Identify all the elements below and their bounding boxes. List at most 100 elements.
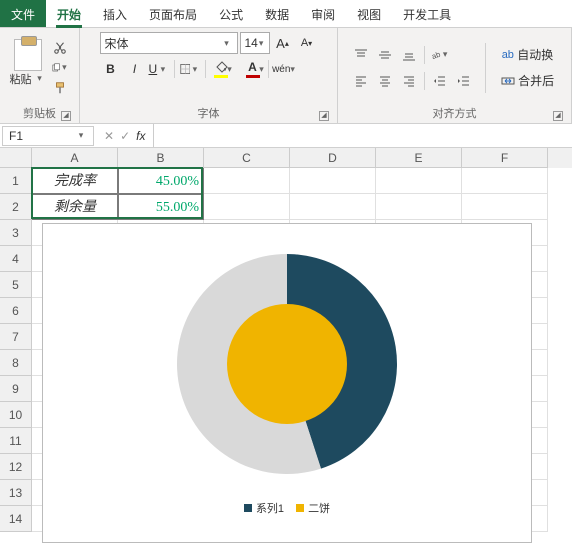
italic-button[interactable]: I xyxy=(124,58,146,80)
align-left-button[interactable] xyxy=(350,70,372,92)
fx-icon[interactable]: fx xyxy=(136,129,145,143)
align-right-button[interactable] xyxy=(398,70,420,92)
increase-font-button[interactable]: A▴ xyxy=(272,32,294,54)
doughnut-chart xyxy=(157,234,417,494)
chart-object[interactable]: 系列1 二饼 xyxy=(42,223,532,543)
font-group-label: 字体 xyxy=(198,108,220,120)
borders-icon xyxy=(180,62,191,76)
name-box[interactable]: F1▾ xyxy=(2,126,94,146)
brush-icon xyxy=(53,81,67,95)
tab-review[interactable]: 审阅 xyxy=(300,0,346,27)
row-header-2[interactable]: 2 xyxy=(0,194,32,220)
cell-B2[interactable]: 55.00% xyxy=(118,194,204,220)
clipboard-group-label: 剪贴板 xyxy=(23,108,56,120)
row-header-12[interactable]: 12 xyxy=(0,454,32,480)
tab-formulas[interactable]: 公式 xyxy=(208,0,254,27)
cells-area[interactable]: 55.00%45.00%剩余量完成率 系列1 二饼 xyxy=(32,168,572,549)
col-header-A[interactable]: A xyxy=(32,148,118,168)
group-font: 宋体▾ 14▾ A▴ A▾ B I U▾ ▾ ▾ A▾ wén▾ 字体 ◢ xyxy=(80,28,338,123)
wrap-text-button[interactable]: ab 自动换 xyxy=(496,44,559,66)
tab-file[interactable]: 文件 xyxy=(0,0,46,27)
align-center-button[interactable] xyxy=(374,70,396,92)
tab-page-layout[interactable]: 页面布局 xyxy=(138,0,208,27)
worksheet[interactable]: ABCDEF 1234567891011121314 55.00%45.00%剩… xyxy=(0,148,572,549)
cell-D2[interactable] xyxy=(290,194,376,220)
row-header-13[interactable]: 13 xyxy=(0,480,32,506)
align-top-icon xyxy=(354,48,368,62)
increase-indent-button[interactable] xyxy=(453,70,475,92)
row-header-7[interactable]: 7 xyxy=(0,324,32,350)
formula-bar-row: F1▾ ✕ ✓ fx xyxy=(0,124,572,148)
row-header-11[interactable]: 11 xyxy=(0,428,32,454)
cell-F1[interactable] xyxy=(462,168,548,194)
outdent-icon xyxy=(433,74,447,88)
enter-icon[interactable]: ✓ xyxy=(120,129,130,143)
ribbon: 粘贴▾ ▾ 剪贴板◢ 宋体▾ xyxy=(0,28,572,124)
underline-button[interactable]: U▾ xyxy=(148,58,170,80)
formula-bar[interactable] xyxy=(153,124,572,147)
row-header-8[interactable]: 8 xyxy=(0,350,32,376)
decrease-font-button[interactable]: A▾ xyxy=(296,32,318,54)
align-bottom-button[interactable] xyxy=(398,44,420,66)
col-header-E[interactable]: E xyxy=(376,148,462,168)
legend-series2: 二饼 xyxy=(308,500,330,516)
copy-button[interactable]: ▾ xyxy=(50,59,70,77)
align-right-icon xyxy=(402,74,416,88)
tab-insert[interactable]: 插入 xyxy=(92,0,138,27)
copy-icon xyxy=(51,61,61,75)
format-painter-button[interactable] xyxy=(50,79,70,97)
cell-B1[interactable]: 45.00% xyxy=(118,168,204,194)
cell-F2[interactable] xyxy=(462,194,548,220)
col-header-B[interactable]: B xyxy=(118,148,204,168)
align-left-icon xyxy=(354,74,368,88)
merge-center-button[interactable]: 合并后 xyxy=(496,70,559,92)
font-color-button[interactable]: A▾ xyxy=(242,58,264,80)
select-all-corner[interactable] xyxy=(0,148,32,168)
cell-E2[interactable] xyxy=(376,194,462,220)
paste-label: 粘贴 xyxy=(10,71,32,87)
cell-E1[interactable] xyxy=(376,168,462,194)
tab-data[interactable]: 数据 xyxy=(254,0,300,27)
font-size-combo[interactable]: 14▾ xyxy=(240,32,270,54)
group-clipboard: 粘贴▾ ▾ 剪贴板 ◢ xyxy=(0,28,80,123)
cell-D1[interactable] xyxy=(290,168,376,194)
merge-icon xyxy=(501,74,515,88)
align-top-button[interactable] xyxy=(350,44,372,66)
font-name-combo[interactable]: 宋体▾ xyxy=(100,32,238,54)
fill-color-button[interactable]: ▾ xyxy=(210,58,232,80)
row-header-6[interactable]: 6 xyxy=(0,298,32,324)
col-header-C[interactable]: C xyxy=(204,148,290,168)
font-dialog-launcher[interactable]: ◢ xyxy=(319,111,329,121)
cell-C1[interactable] xyxy=(204,168,290,194)
bold-button[interactable]: B xyxy=(100,58,122,80)
row-header-5[interactable]: 5 xyxy=(0,272,32,298)
cell-C2[interactable] xyxy=(204,194,290,220)
tab-home[interactable]: 开始 xyxy=(46,0,92,27)
indent-icon xyxy=(457,74,471,88)
align-middle-button[interactable] xyxy=(374,44,396,66)
cancel-icon[interactable]: ✕ xyxy=(104,129,114,143)
column-headers: ABCDEF xyxy=(32,148,572,168)
row-header-10[interactable]: 10 xyxy=(0,402,32,428)
row-header-3[interactable]: 3 xyxy=(0,220,32,246)
tab-view[interactable]: 视图 xyxy=(346,0,392,27)
phonetic-button[interactable]: wén▾ xyxy=(273,58,295,80)
borders-button[interactable]: ▾ xyxy=(179,58,201,80)
paste-button[interactable]: 粘贴▾ xyxy=(10,39,46,97)
col-header-D[interactable]: D xyxy=(290,148,376,168)
orientation-button[interactable]: ab▾ xyxy=(429,44,451,66)
cell-A2[interactable]: 剩余量 xyxy=(32,194,118,220)
alignment-dialog-launcher[interactable]: ◢ xyxy=(553,111,563,121)
row-header-14[interactable]: 14 xyxy=(0,506,32,532)
cell-A1[interactable]: 完成率 xyxy=(32,168,118,194)
align-bottom-icon xyxy=(402,48,416,62)
menu-tabs: 文件 开始 插入 页面布局 公式 数据 审阅 视图 开发工具 xyxy=(0,0,572,28)
clipboard-dialog-launcher[interactable]: ◢ xyxy=(61,111,71,121)
row-header-4[interactable]: 4 xyxy=(0,246,32,272)
row-header-1[interactable]: 1 xyxy=(0,168,32,194)
cut-button[interactable] xyxy=(50,39,70,57)
row-header-9[interactable]: 9 xyxy=(0,376,32,402)
col-header-F[interactable]: F xyxy=(462,148,548,168)
decrease-indent-button[interactable] xyxy=(429,70,451,92)
tab-developer[interactable]: 开发工具 xyxy=(392,0,462,27)
